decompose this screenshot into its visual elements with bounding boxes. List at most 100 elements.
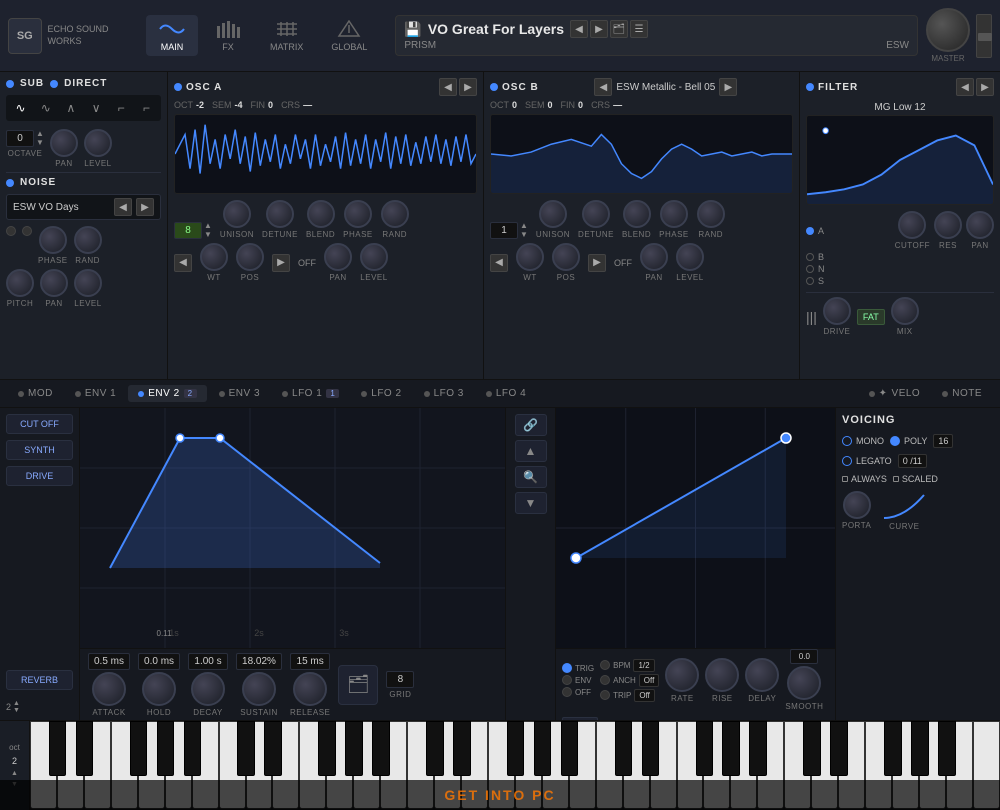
osc-b-unison-knob[interactable] (539, 200, 567, 228)
noise-level-knob[interactable] (74, 269, 102, 297)
black-key-0-0[interactable] (49, 721, 67, 776)
preset-folder[interactable]: 🗂 (610, 20, 628, 38)
preset-prev[interactable]: ◀ (570, 20, 588, 38)
env-attack-val[interactable]: 0.5 ms (88, 653, 130, 670)
noise-prev[interactable]: ◀ (114, 198, 132, 216)
black-key-2-3[interactable] (534, 721, 552, 776)
black-key-4-2[interactable] (884, 721, 902, 776)
black-key-0-3[interactable] (157, 721, 175, 776)
env-release-knob[interactable] (293, 672, 327, 706)
black-key-1-4[interactable] (372, 721, 390, 776)
osc-b-preset-next[interactable]: ▶ (719, 78, 737, 96)
preset-menu[interactable]: ☰ (630, 20, 648, 38)
voicing-porta-knob[interactable] (843, 491, 871, 519)
osc-b-pan-knob[interactable] (640, 243, 668, 271)
osc-a-phase-knob[interactable] (344, 200, 372, 228)
env-decay-knob[interactable] (191, 672, 225, 706)
direct-dot[interactable] (50, 80, 58, 88)
osc-a-wt-next[interactable]: ▶ (272, 254, 290, 272)
osc-a-pos-knob[interactable] (236, 243, 264, 271)
osc-b-detune-knob[interactable] (582, 200, 610, 228)
osc-a-blend-knob[interactable] (307, 200, 335, 228)
tab-main[interactable]: MAIN (146, 15, 198, 56)
black-key-1-3[interactable] (345, 721, 363, 776)
osc-a-unison-knob[interactable] (223, 200, 251, 228)
black-key-0-1[interactable] (76, 721, 94, 776)
noise-btn1[interactable] (6, 226, 16, 236)
wave-sq2[interactable]: ⌐ (136, 99, 157, 117)
black-key-0-2[interactable] (130, 721, 148, 776)
black-key-2-0[interactable] (426, 721, 444, 776)
osc-a-dot[interactable] (174, 83, 182, 91)
tab-mod[interactable]: MOD (8, 385, 63, 402)
voicing-legato-radio[interactable] (842, 456, 852, 466)
voicing-poly-radio[interactable] (890, 436, 900, 446)
preset-next[interactable]: ▶ (590, 20, 608, 38)
wave-sine[interactable]: ∿ (10, 99, 31, 117)
octave-down[interactable]: ▼ (36, 138, 44, 147)
osc-b-unison-down[interactable]: ▼ (520, 230, 528, 239)
osc-b-pos-knob[interactable] (552, 243, 580, 271)
octave-display[interactable]: 0 (6, 130, 34, 147)
tool-up[interactable]: ▲ (515, 440, 547, 462)
osc-b-dot[interactable] (490, 83, 498, 91)
lfo-off-btn[interactable] (562, 687, 572, 697)
noise-btn2[interactable] (22, 226, 32, 236)
filter-res-knob[interactable] (934, 211, 962, 239)
black-key-3-2[interactable] (696, 721, 714, 776)
lfo-rate-knob[interactable] (665, 658, 699, 692)
black-key-1-0[interactable] (237, 721, 255, 776)
osc-b-unison-display[interactable]: 1 (490, 222, 518, 239)
noise-phase-knob[interactable] (39, 226, 67, 254)
osc-b-unison-up[interactable]: ▲ (520, 221, 528, 230)
octave-up[interactable]: ▲ (36, 129, 44, 138)
black-key-3-3[interactable] (722, 721, 740, 776)
osc-b-wt-next[interactable]: ▶ (588, 254, 606, 272)
osc-a-unison-down[interactable]: ▼ (204, 230, 212, 239)
lfo-bpm-btn[interactable] (600, 660, 610, 670)
tab-env1[interactable]: ENV 1 (65, 385, 126, 402)
filter-next[interactable]: ▶ (976, 78, 994, 96)
lfo-trig-btn[interactable] (562, 663, 572, 673)
tab-global[interactable]: GLOBAL (319, 15, 379, 56)
filter-drive-knob[interactable] (823, 297, 851, 325)
black-key-2-4[interactable] (561, 721, 579, 776)
osc-a-unison-display[interactable]: 8 (174, 222, 202, 239)
tab-lfo1[interactable]: LFO 1 1 (272, 385, 349, 402)
black-key-1-1[interactable] (264, 721, 282, 776)
filter-cutoff-knob[interactable] (898, 211, 926, 239)
lfo-smooth-knob[interactable] (787, 666, 821, 700)
black-key-4-1[interactable] (830, 721, 848, 776)
osc-b-level-knob[interactable] (676, 243, 704, 271)
tab-velo[interactable]: ✦ VELO (859, 385, 931, 402)
env-reverb-up[interactable]: ▲ (13, 700, 20, 707)
filter-n-dot[interactable] (806, 265, 814, 273)
env-sustain-val[interactable]: 18.02% (236, 653, 282, 670)
voicing-scaled-check[interactable] (893, 476, 899, 482)
black-key-3-1[interactable] (642, 721, 660, 776)
osc-a-unison-up[interactable]: ▲ (204, 221, 212, 230)
lfo-trip-btn[interactable] (600, 690, 610, 700)
noise-next[interactable]: ▶ (136, 198, 154, 216)
env-sustain-knob[interactable] (242, 672, 276, 706)
filter-b-dot[interactable] (806, 253, 814, 261)
env-folder-btn[interactable]: 🗂 (338, 665, 378, 705)
black-key-4-4[interactable] (938, 721, 956, 776)
tool-link[interactable]: 🔗 (515, 414, 547, 436)
filter-mix-knob[interactable] (891, 297, 919, 325)
tab-matrix[interactable]: MATRIX (258, 15, 315, 56)
sub-level-knob[interactable] (84, 129, 112, 157)
osc-a-pan-knob[interactable] (324, 243, 352, 271)
osc-a-wt-knob[interactable] (200, 243, 228, 271)
env-reverb-btn[interactable]: REVERB (6, 670, 73, 690)
black-key-4-0[interactable] (803, 721, 821, 776)
tab-lfo4[interactable]: LFO 4 (476, 385, 536, 402)
black-key-2-2[interactable] (507, 721, 525, 776)
filter-a-dot[interactable] (806, 227, 814, 235)
lfo-rise-knob[interactable] (705, 658, 739, 692)
osc-b-rand-knob[interactable] (697, 200, 725, 228)
osc-a-detune-knob[interactable] (266, 200, 294, 228)
tab-fx[interactable]: FX (202, 15, 254, 56)
env-release-val[interactable]: 15 ms (290, 653, 330, 670)
tab-note[interactable]: NOTE (932, 385, 992, 402)
